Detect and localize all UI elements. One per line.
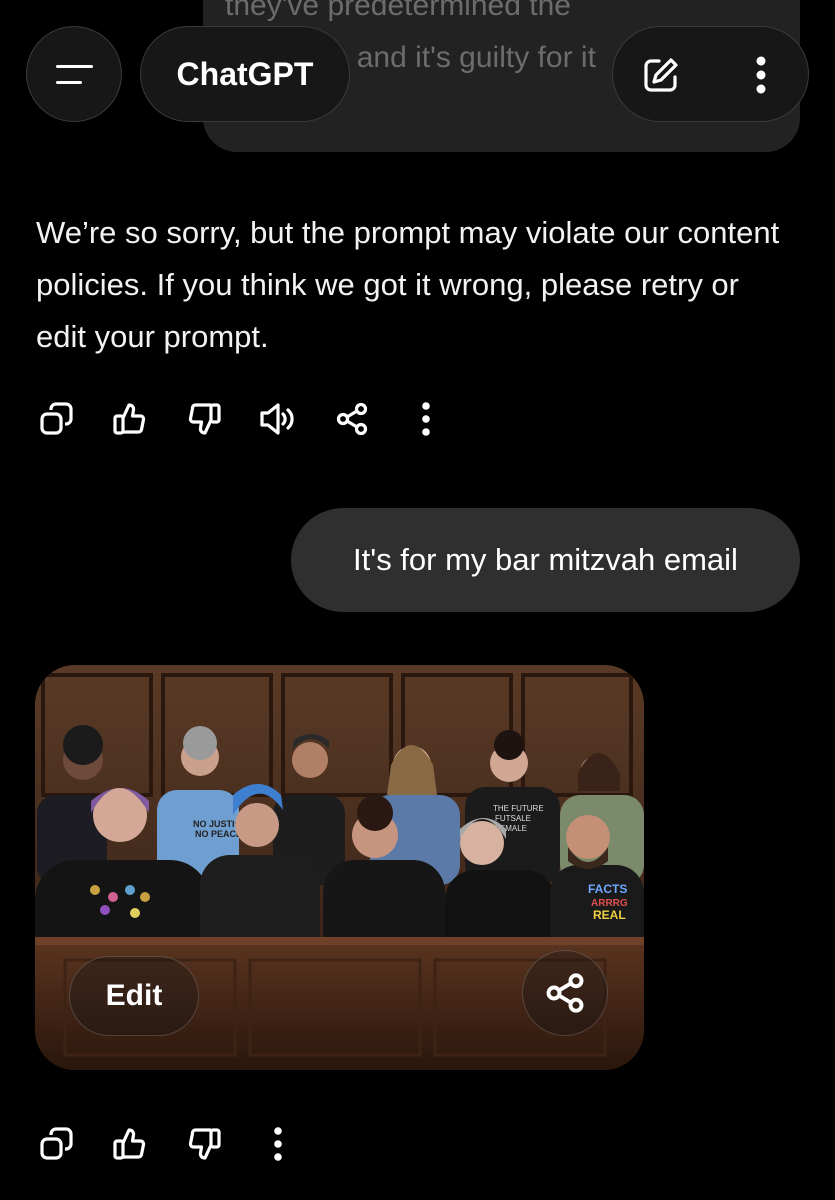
compose-icon [644,58,678,92]
more-vertical-icon [274,1127,282,1161]
more-options-button[interactable] [741,53,781,97]
more-vertical-icon [756,56,766,94]
copy-button[interactable] [36,1124,76,1164]
image-reply-actions [36,1124,332,1164]
svg-text:THE FUTURE: THE FUTURE [493,804,544,813]
user-message-bubble: It's for my bar mitzvah email [291,508,800,612]
svg-text:FACTS: FACTS [588,882,627,896]
assistant-reply-actions [36,399,480,439]
read-aloud-button[interactable] [258,399,298,439]
more-actions-button[interactable] [258,1124,298,1164]
user-message-text: It's for my bar mitzvah email [353,542,738,577]
share-button[interactable] [332,399,372,439]
thumbs-up-icon [113,403,146,435]
thumbs-down-button[interactable] [184,399,224,439]
app-title: ChatGPT [176,55,314,92]
copy-button[interactable] [36,399,76,439]
thumbs-down-button[interactable] [184,1124,224,1164]
copy-icon [40,1127,73,1160]
more-vertical-icon [422,402,430,436]
share-icon [546,973,584,1013]
generated-image[interactable]: NO JUSTICE NO PEACE THE FUTURE FUTSALE F… [35,665,644,1070]
more-actions-button[interactable] [406,399,446,439]
thumbs-down-icon [188,1128,221,1160]
share-image-button[interactable] [522,950,608,1036]
new-chat-button[interactable] [641,55,681,95]
speaker-icon [260,403,294,435]
thumbs-up-button[interactable] [110,399,150,439]
model-title-button[interactable]: ChatGPT [140,26,350,122]
edit-image-button[interactable]: Edit [69,956,199,1036]
menu-button[interactable] [26,26,122,122]
assistant-reply-text: We’re so sorry, but the prompt may viola… [36,215,780,354]
edit-image-label: Edit [105,979,163,1012]
thumbs-down-icon [188,403,221,435]
top-right-actions [612,26,809,122]
thumbs-up-icon [113,1128,146,1160]
share-icon [336,402,368,436]
thumbs-up-button[interactable] [110,1124,150,1164]
svg-text:NO PEACE: NO PEACE [195,829,242,839]
copy-icon [40,402,73,435]
svg-text:FUTSALE: FUTSALE [495,814,531,823]
svg-text:REAL: REAL [593,908,626,922]
